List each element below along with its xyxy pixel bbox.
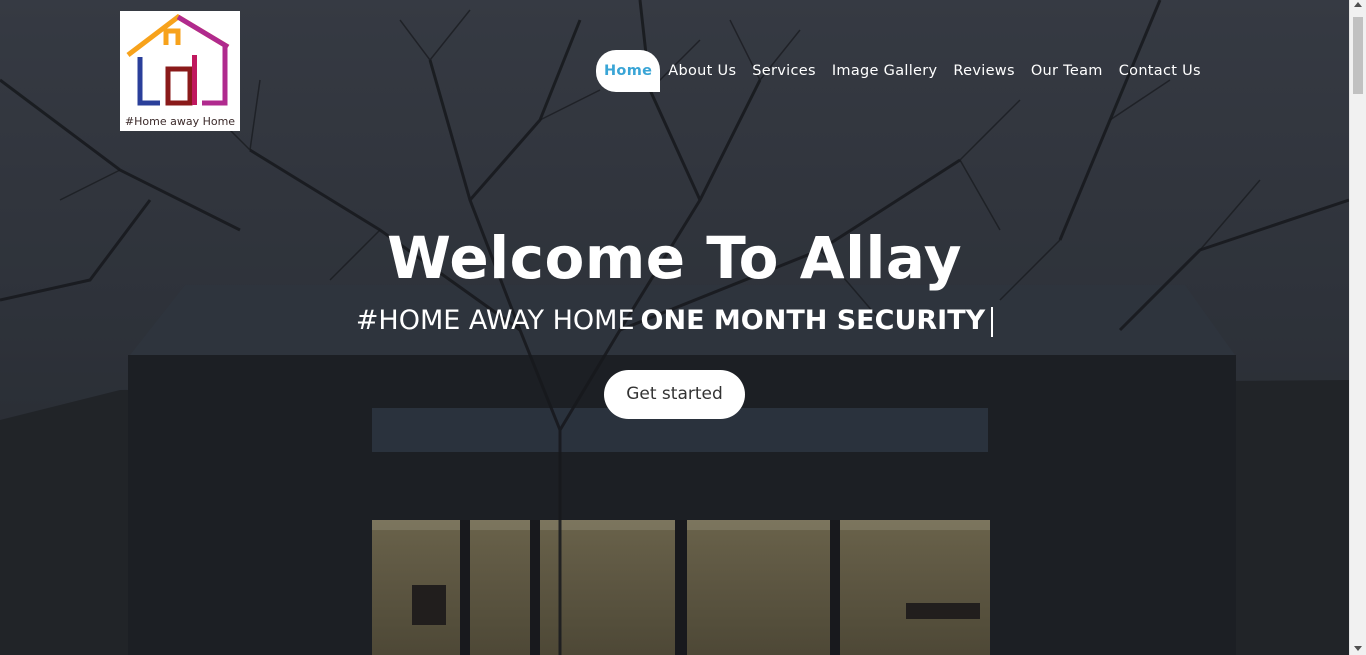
scroll-thumb[interactable] (1353, 17, 1363, 94)
nav-item-contact-us[interactable]: Contact Us (1111, 50, 1209, 92)
get-started-button[interactable]: Get started (604, 370, 745, 419)
nav-item-image-gallery[interactable]: Image Gallery (824, 50, 946, 92)
nav-item-our-team[interactable]: Our Team (1023, 50, 1111, 92)
house-logo-icon (126, 13, 230, 106)
nav-item-home[interactable]: Home (596, 50, 661, 92)
nav-item-reviews[interactable]: Reviews (945, 50, 1022, 92)
hero-subtitle: #HOME AWAY HOME ONE MONTH SECURITY (0, 305, 1349, 337)
main-navigation: Home About Us Services Image Gallery Rev… (596, 50, 1209, 92)
typing-cursor (991, 306, 994, 337)
scroll-down-arrow-icon[interactable] (1354, 646, 1362, 651)
hero-subtitle-static: #HOME AWAY HOME (355, 305, 635, 336)
logo-caption: #Home away Home (124, 115, 236, 128)
page-scrollbar[interactable] (1349, 0, 1366, 655)
nav-item-services[interactable]: Services (744, 50, 824, 92)
hero-subtitle-typed: ONE MONTH SECURITY (640, 305, 986, 336)
hero-title: Welcome To Allay (386, 224, 963, 292)
site-logo[interactable]: #Home away Home (120, 11, 240, 131)
scroll-up-arrow-icon[interactable] (1354, 2, 1362, 7)
nav-item-about-us[interactable]: About Us (660, 50, 744, 92)
